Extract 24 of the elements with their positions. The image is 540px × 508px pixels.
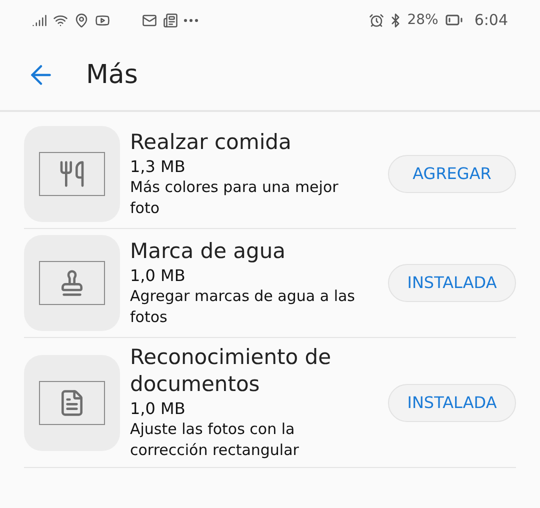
action-button[interactable]: INSTALADA bbox=[388, 384, 516, 422]
battery-percent: 28% bbox=[407, 10, 438, 30]
clock-time: 6:04 bbox=[474, 10, 508, 31]
action-button[interactable]: INSTALADA bbox=[388, 264, 516, 302]
feature-title: Marca de agua bbox=[130, 238, 287, 265]
news-icon bbox=[163, 12, 178, 28]
feature-size: 1,0 MB bbox=[130, 398, 186, 419]
page-title: Más bbox=[86, 58, 138, 92]
more-icon bbox=[184, 18, 198, 22]
signal-icon bbox=[32, 12, 47, 28]
wifi-icon bbox=[53, 12, 68, 28]
alarm-icon bbox=[369, 12, 384, 28]
map-pin-icon bbox=[74, 12, 89, 28]
video-icon bbox=[95, 12, 110, 28]
feature-description: Ajuste las fotos con la corrección rectangular bbox=[130, 419, 300, 461]
feature-description: Agregar marcas de agua a las fotos bbox=[130, 286, 356, 328]
feature-title: Reconocimiento de documentos bbox=[130, 344, 332, 398]
feature-description: Más colores para una mejor foto bbox=[130, 177, 340, 219]
feature-size: 1,3 MB bbox=[130, 156, 186, 177]
action-button[interactable]: AGREGAR bbox=[388, 155, 516, 193]
feature-size: 1,0 MB bbox=[130, 265, 186, 286]
fork-knife-icon bbox=[58, 160, 86, 188]
feature-title: Realzar comida bbox=[130, 129, 292, 156]
mail-icon bbox=[142, 12, 157, 28]
